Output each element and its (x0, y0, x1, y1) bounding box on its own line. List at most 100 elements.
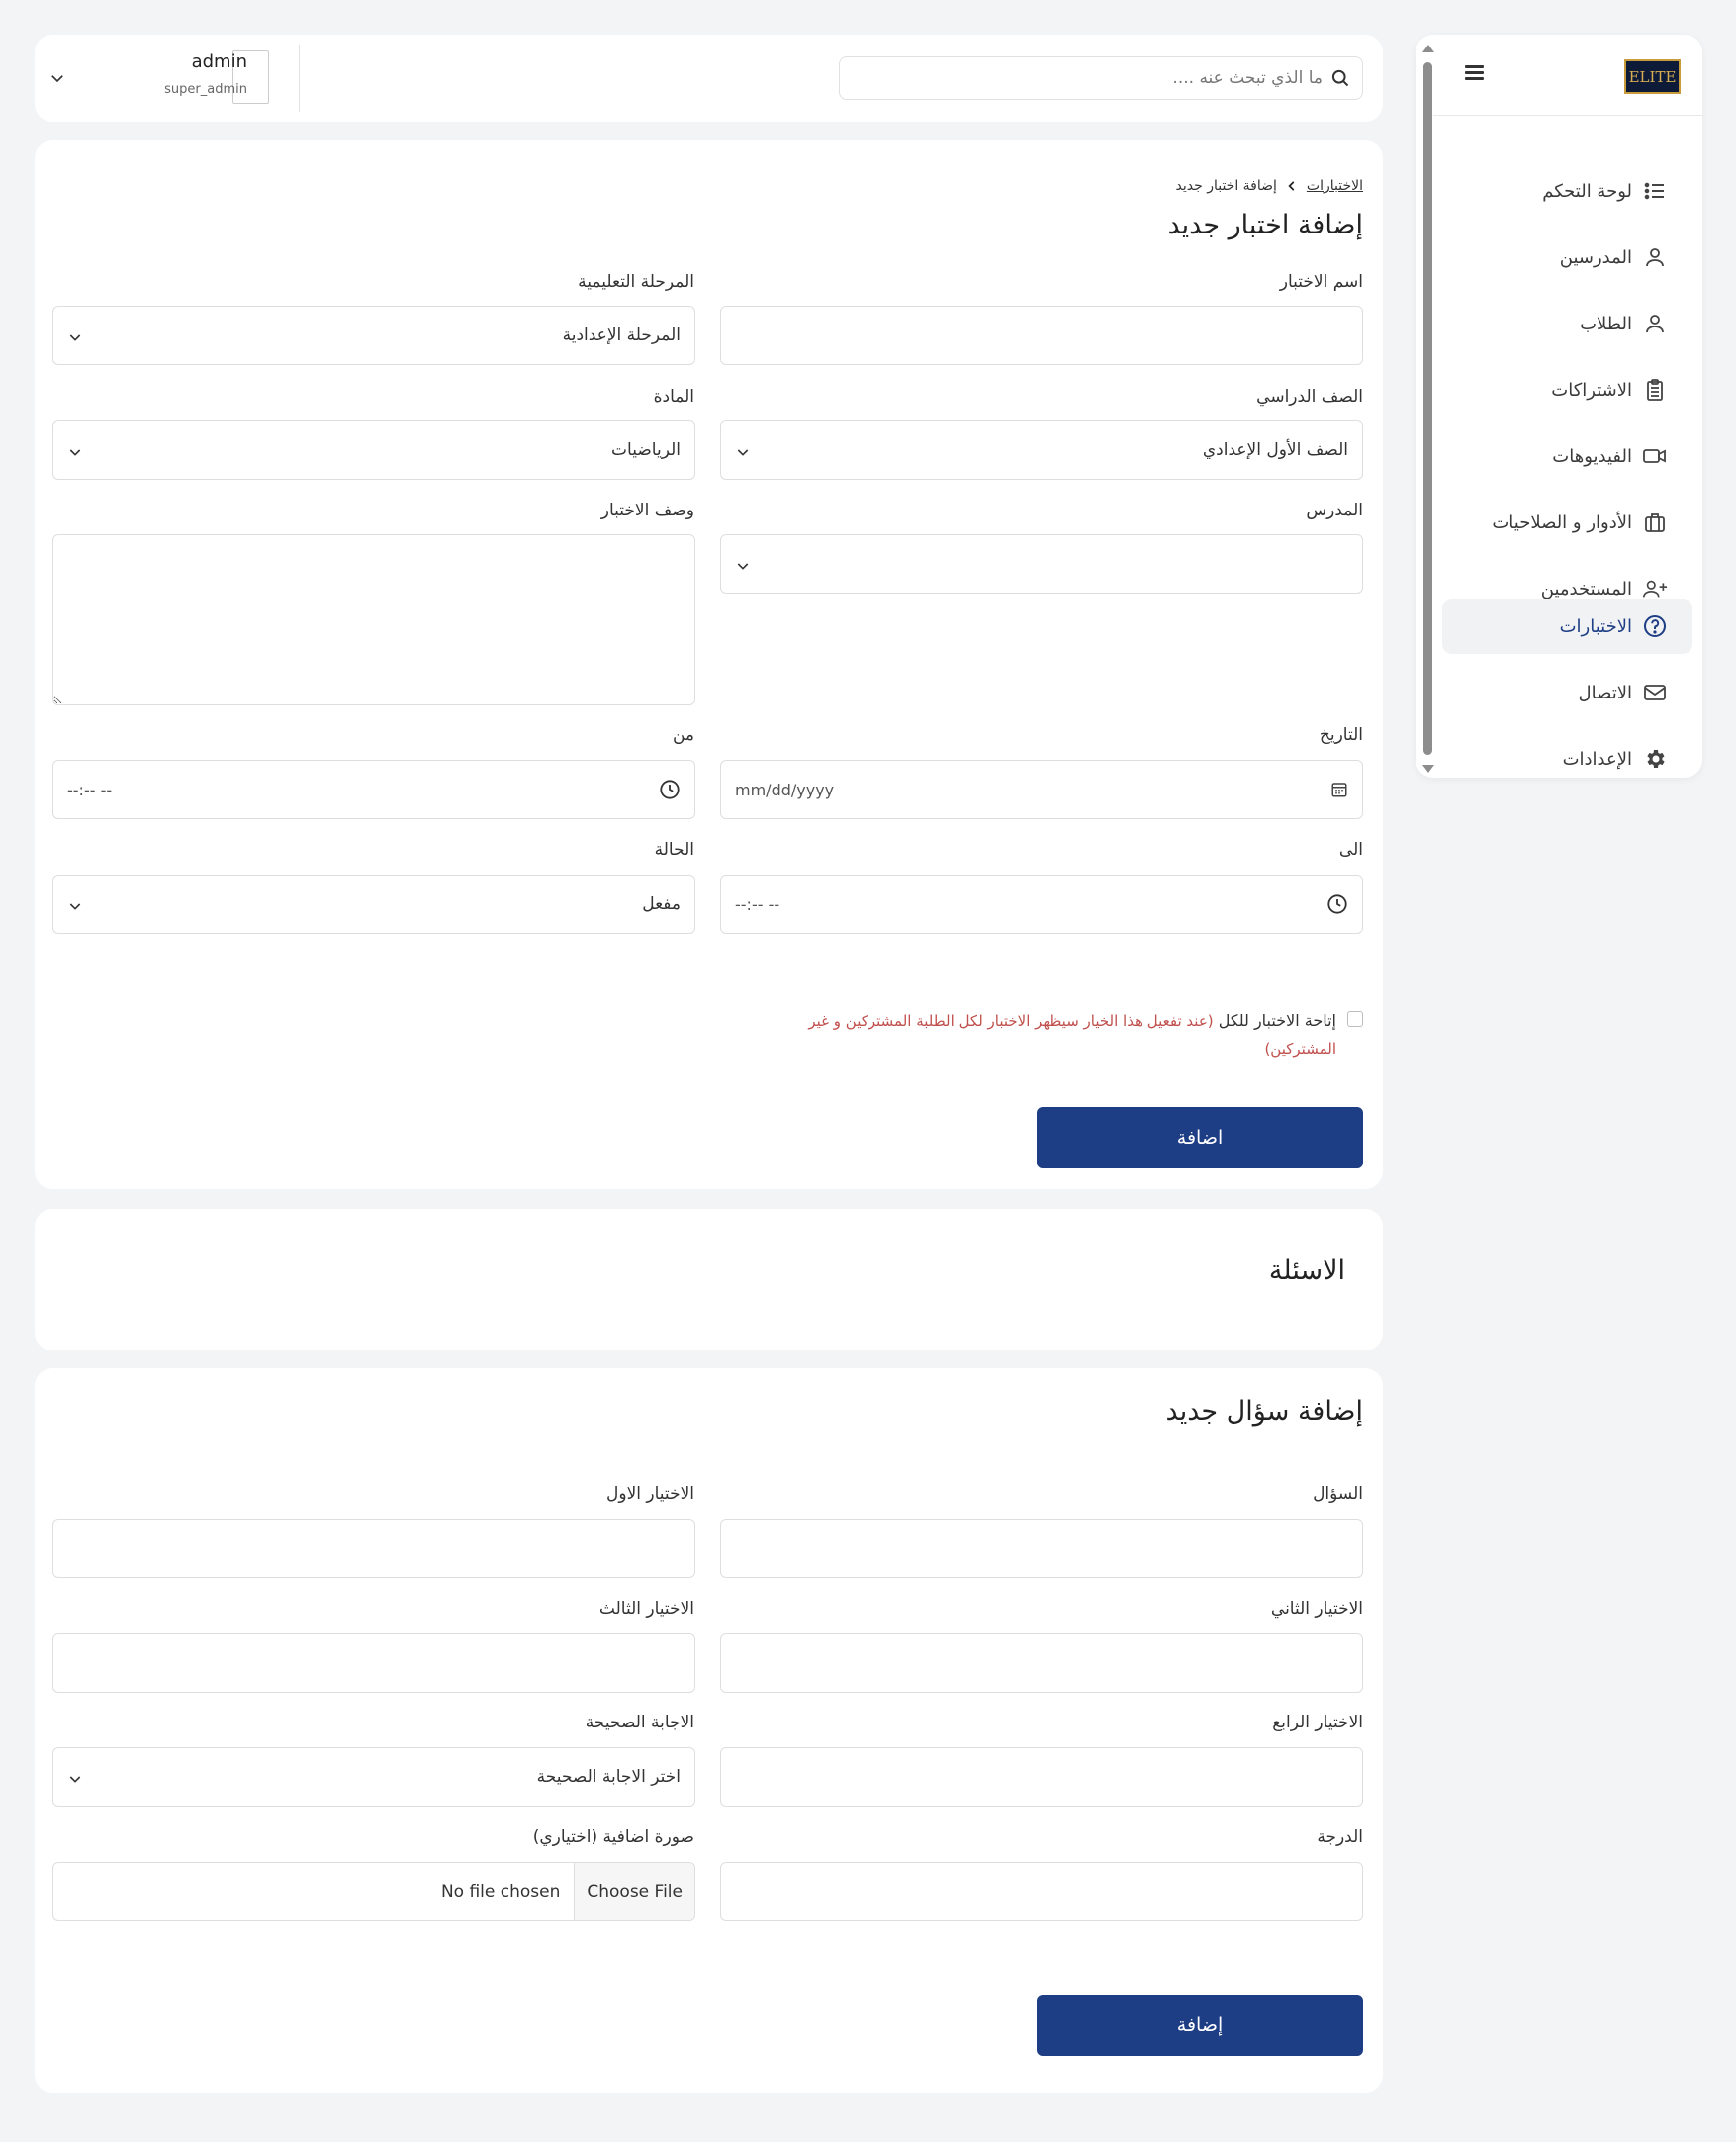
chevron-down-icon (735, 558, 751, 574)
user-role: super_admin (164, 82, 247, 97)
from-time-placeholder: --:-- -- (67, 780, 113, 799)
page-title: إضافة اختبار جديد (1167, 210, 1363, 240)
score-input[interactable] (720, 1862, 1363, 1921)
add-question-button[interactable]: إضافة (1037, 1995, 1363, 2056)
sidebar-scrollbar[interactable] (1420, 45, 1434, 773)
chevron-down-icon (67, 898, 83, 914)
quiz-name-input[interactable] (720, 306, 1363, 365)
user-menu[interactable]: admin super_admin (35, 35, 331, 122)
question-input[interactable] (720, 1519, 1363, 1578)
choice2-label: الاختيار الثاني (1270, 1599, 1363, 1619)
grade-label: الصف الدراسي (1256, 387, 1363, 407)
correct-answer-placeholder: اختر الاجابة الصحيحة (536, 1767, 681, 1787)
search-box[interactable] (839, 56, 1363, 100)
stage-select[interactable]: المرحلة الإعدادية (52, 306, 695, 365)
sidebar-item-label: الفيديوهات (1552, 445, 1632, 467)
logo-text: ELITE (1628, 67, 1677, 86)
choice4-input[interactable] (720, 1747, 1363, 1807)
from-label: من (672, 725, 694, 745)
question-circle-icon (1642, 613, 1668, 639)
breadcrumb-link-quizzes[interactable]: الاختبارات (1307, 178, 1363, 194)
status-select[interactable]: مفعل (52, 875, 695, 934)
sidebar-item-settings[interactable]: الإعدادات (1442, 731, 1692, 787)
sidebar-item-teachers[interactable]: المدرسين (1442, 230, 1692, 285)
choice4-label: الاختيار الرابع (1272, 1713, 1363, 1732)
mail-icon (1642, 680, 1668, 705)
chevron-down-icon (67, 329, 83, 345)
sidebar-item-dashboard[interactable]: لوحة التحكم (1442, 163, 1692, 219)
correct-answer-select[interactable]: اختر الاجابة الصحيحة (52, 1747, 695, 1807)
teacher-label: المدرس (1306, 501, 1363, 520)
to-time-input[interactable]: --:-- -- (720, 875, 1363, 934)
elite-logo[interactable]: ELITE (1624, 59, 1681, 94)
clipboard-icon (1642, 377, 1668, 403)
search-input[interactable] (852, 68, 1323, 88)
sidebar-item-subscriptions[interactable]: الاشتراكات (1442, 362, 1692, 418)
user-name: admin (191, 51, 247, 72)
description-label: وصف الاختبار (600, 501, 694, 520)
from-time-input[interactable]: --:-- -- (52, 760, 695, 819)
to-time-placeholder: --:-- -- (735, 894, 780, 914)
chevron-down-icon (735, 444, 751, 460)
quiz-name-label: اسم الاختبار (1279, 272, 1363, 292)
calendar-icon[interactable] (1330, 781, 1348, 798)
date-label: التاريخ (1319, 725, 1363, 745)
choose-file-button[interactable]: Choose File (574, 1863, 694, 1920)
gear-icon (1642, 746, 1668, 772)
status-label: الحالة (654, 840, 694, 860)
add-quiz-button[interactable]: اضافة (1037, 1107, 1363, 1168)
sidebar: ELITE لوحة التحكم المدرسين الطلاب الاشتر… (1416, 35, 1702, 778)
choice1-input[interactable] (52, 1519, 695, 1578)
header-divider (299, 45, 300, 112)
sidebar-item-quizzes[interactable]: الاختبارات (1442, 599, 1692, 654)
hamburger-menu-icon[interactable] (1459, 62, 1489, 90)
subject-select-value: الرياضيات (611, 440, 681, 460)
status-select-value: مفعل (642, 894, 681, 914)
search-icon (1330, 68, 1350, 88)
sidebar-item-label: الأدوار و الصلاحيات (1492, 512, 1632, 533)
scrollbar-thumb[interactable] (1423, 62, 1432, 755)
chevron-down-icon[interactable] (48, 69, 66, 87)
subject-label: المادة (653, 387, 694, 407)
to-label: الى (1338, 840, 1363, 860)
chevron-down-icon (67, 444, 83, 460)
date-input[interactable]: mm/dd/yyyy (720, 760, 1363, 819)
clock-icon[interactable] (1326, 893, 1348, 915)
scroll-up-arrow-icon[interactable] (1422, 45, 1434, 52)
public-checkbox[interactable] (1347, 1011, 1363, 1027)
choice2-input[interactable] (720, 1633, 1363, 1693)
list-icon (1642, 178, 1668, 204)
user-icon (1642, 244, 1668, 270)
quiz-form-card: الاختبارات إضافة اختبار جديد إضافة اختبا… (35, 140, 1383, 1189)
no-file-label: No file chosen (440, 1882, 561, 1902)
stage-select-value: المرحلة الإعدادية (562, 326, 681, 345)
description-textarea[interactable] (52, 534, 695, 705)
clock-icon[interactable] (659, 779, 681, 800)
breadcrumb: الاختبارات إضافة اختبار جديد (1176, 178, 1364, 194)
scroll-down-arrow-icon[interactable] (1422, 765, 1434, 773)
choice3-input[interactable] (52, 1633, 695, 1693)
video-icon (1642, 443, 1668, 469)
image-file-input[interactable]: No file chosen Choose File (52, 1862, 695, 1921)
sidebar-item-label: لوحة التحكم (1542, 180, 1632, 202)
choice3-label: الاختيار الثالث (598, 1599, 694, 1619)
sidebar-item-label: الطلاب (1580, 313, 1632, 334)
sidebar-item-students[interactable]: الطلاب (1442, 296, 1692, 351)
sidebar-item-contact[interactable]: الاتصال (1442, 665, 1692, 720)
correct-answer-label: الاجابة الصحيحة (585, 1713, 694, 1732)
question-form-title: إضافة سؤال جديد (1165, 1396, 1363, 1427)
sidebar-item-roles[interactable]: الأدوار و الصلاحيات (1442, 495, 1692, 550)
breadcrumb-current: إضافة اختبار جديد (1175, 178, 1277, 194)
sidebar-item-label: الاختبارات (1559, 615, 1632, 637)
sidebar-divider (1433, 115, 1702, 116)
questions-card: الاسئلة (35, 1209, 1383, 1350)
user-icon (1642, 311, 1668, 336)
sidebar-item-label: المدرسين (1559, 246, 1632, 268)
teacher-select[interactable] (720, 534, 1363, 594)
subject-select[interactable]: الرياضيات (52, 420, 695, 480)
grade-select[interactable]: الصف الأول الإعدادي (720, 420, 1363, 480)
question-label: السؤال (1313, 1484, 1363, 1504)
image-label: صورة اضافية (اختياري) (532, 1827, 694, 1847)
score-label: الدرجة (1317, 1827, 1363, 1847)
sidebar-item-videos[interactable]: الفيديوهات (1442, 428, 1692, 484)
